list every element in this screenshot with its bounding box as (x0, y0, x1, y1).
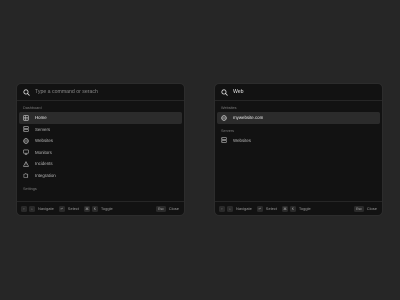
k-key: K (289, 205, 296, 212)
menu-item-label: Monitors (35, 149, 52, 155)
grid-icon (23, 115, 29, 121)
menu-item-integration[interactable]: Integration (19, 170, 182, 182)
menu-item-home[interactable]: Home (19, 112, 182, 124)
section-label-settings: Settings (23, 187, 37, 191)
esc-key[interactable]: Esc (354, 205, 364, 212)
menu-item-incidents[interactable]: Incidents (19, 158, 182, 170)
command-key: ⌘ (83, 205, 90, 212)
menu-item-label: Servers (35, 126, 51, 132)
result-item-label: mywebsite.com (233, 115, 264, 121)
result-item-server[interactable]: Websites (217, 135, 380, 147)
select-hint: Select (67, 206, 79, 211)
enter-key: ↵ (58, 205, 65, 212)
menu-item-label: Websites (35, 138, 53, 144)
warning-icon (23, 161, 29, 167)
menu-item-label: Home (35, 115, 47, 121)
toggle-hint: Toggle (298, 206, 311, 211)
navigate-hint: Navigate (236, 206, 252, 211)
search-bar (17, 84, 184, 101)
menu-item-label: Incidents (35, 161, 53, 167)
close-hint: Close (168, 206, 179, 211)
down-arrow-key: ↓ (227, 205, 233, 212)
command-search-input[interactable] (35, 87, 175, 97)
puzzle-icon (23, 173, 29, 178)
server-icon (23, 126, 29, 132)
command-search-input[interactable] (233, 87, 373, 97)
close-hint: Close (366, 206, 377, 211)
globe-icon (221, 115, 227, 121)
esc-key[interactable]: Esc (156, 205, 166, 212)
navigate-hint: Navigate (38, 206, 54, 211)
section-label-websites: Websites (221, 106, 237, 110)
result-item-website[interactable]: mywebsite.com (217, 112, 380, 124)
keyboard-hints-footer: ↑ ↓ Navigate ↵ Select ⌘ K Toggle Esc Clo… (17, 201, 184, 215)
toggle-hint: Toggle (100, 206, 113, 211)
command-palette-search-results: Websites mywebsite.com Servers Websites … (214, 83, 383, 216)
command-key: ⌘ (281, 205, 288, 212)
menu-item-websites[interactable]: Websites (19, 135, 182, 147)
menu-item-label: Integration (35, 172, 56, 178)
down-arrow-key: ↓ (29, 205, 35, 212)
search-icon (23, 88, 30, 96)
keyboard-hints-footer: ↑ ↓ Navigate ↵ Select ⌘ K Toggle Esc Clo… (215, 201, 382, 215)
select-hint: Select (265, 206, 277, 211)
globe-icon (23, 138, 29, 144)
menu-item-servers[interactable]: Servers (19, 124, 182, 136)
up-arrow-key: ↑ (21, 205, 27, 212)
monitor-icon (23, 149, 29, 155)
enter-key: ↵ (256, 205, 263, 212)
k-key: K (91, 205, 98, 212)
search-bar (215, 84, 382, 101)
section-label-dashboard: Dashboard (23, 106, 42, 110)
result-item-label: Websites (233, 137, 251, 143)
server-icon (221, 137, 227, 143)
search-icon (221, 88, 228, 96)
command-palette-default: Dashboard Home Servers Websites (16, 83, 185, 216)
menu-item-monitors[interactable]: Monitors (19, 147, 182, 159)
section-label-servers: Servers (221, 128, 235, 133)
up-arrow-key: ↑ (219, 205, 225, 212)
